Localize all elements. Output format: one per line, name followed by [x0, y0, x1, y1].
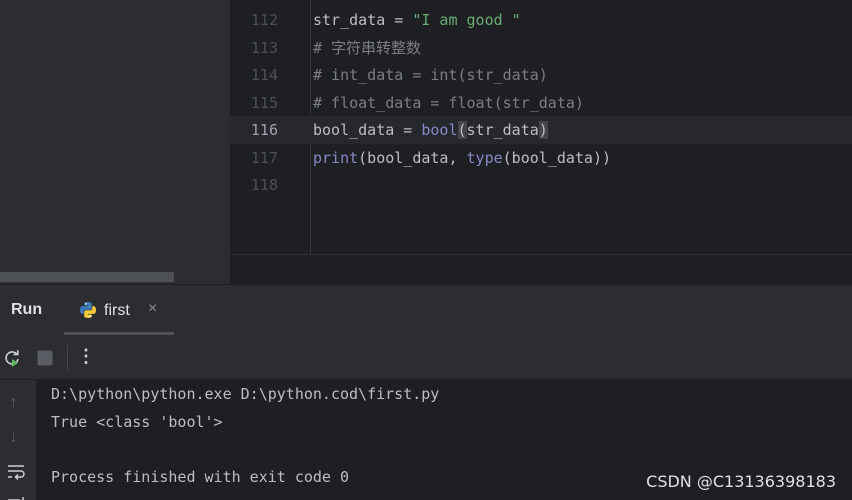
code-token: # 字符串转整数 — [313, 38, 422, 57]
project-horizontal-scrollbar[interactable] — [0, 272, 174, 282]
ide-window: 112 str_data = "I am good " 113 # 字符串转整数 114… — [0, 0, 852, 500]
code-editor[interactable]: 112 str_data = "I am good " 113 # 字符串转整数 114… — [230, 0, 852, 254]
code-line[interactable]: 117 print(bool_data, type(bool_data)) — [230, 144, 852, 172]
console-line: True <class 'bool'> — [51, 413, 223, 431]
code-text: print(bool_data, type(bool_data)) — [313, 144, 611, 172]
code-line[interactable]: 116 bool_data = bool(str_data) — [230, 116, 852, 144]
code-line[interactable]: 112 str_data = "I am good " — [230, 6, 852, 34]
run-side-toolbar: ↑ ↓ — [0, 380, 36, 500]
editor-footer — [230, 254, 852, 285]
line-number: 116 — [250, 121, 278, 139]
run-toolbar: ⋮ — [0, 337, 852, 380]
close-tab-icon[interactable]: × — [148, 300, 157, 318]
code-token: str_data — [466, 121, 539, 139]
code-line[interactable]: 115 # float_data = float(str_data) — [230, 89, 852, 117]
line-number: 113 — [250, 38, 278, 57]
python-icon — [79, 301, 97, 319]
code-token: # float_data = float(str_data) — [313, 93, 584, 112]
soft-wrap-icon[interactable] — [7, 462, 27, 482]
code-text: # float_data = float(str_data) — [313, 89, 584, 117]
code-token: bool — [421, 121, 458, 139]
line-number: 118 — [250, 176, 278, 194]
code-token: # int_data = int(str_data) — [313, 66, 548, 84]
code-token: (bool_data, — [358, 148, 467, 167]
code-line[interactable]: 118 — [230, 171, 852, 199]
code-token: str_data = — [313, 11, 413, 29]
code-token: type — [466, 148, 503, 167]
project-panel — [0, 0, 230, 284]
line-number: 114 — [250, 66, 278, 84]
stop-icon[interactable] — [35, 348, 55, 368]
code-token: bool_data = — [313, 121, 422, 139]
code-token: (bool_data)) — [502, 148, 612, 167]
watermark: CSDN @C13136398183 — [646, 472, 836, 491]
console-line: Process finished with exit code 0 — [51, 468, 350, 486]
code-line[interactable]: 114 # int_data = int(str_data) — [230, 61, 852, 89]
code-token: ( — [457, 121, 467, 139]
active-tab-indicator — [64, 332, 174, 335]
scroll-to-end-icon[interactable] — [7, 492, 27, 500]
scroll-down-icon[interactable]: ↓ — [9, 426, 18, 447]
run-tab-first[interactable]: first × — [64, 285, 174, 337]
run-title: Run — [11, 301, 43, 318]
line-number: 117 — [250, 148, 278, 167]
code-token: print — [313, 148, 359, 167]
code-line[interactable]: 113 # 字符串转整数 — [230, 34, 852, 62]
code-text: bool_data = bool(str_data) — [313, 116, 548, 144]
code-token: ) — [538, 121, 548, 139]
code-text: str_data = "I am good " — [313, 6, 521, 34]
run-tab-label: first — [104, 302, 130, 319]
line-number: 112 — [250, 11, 278, 29]
code-text: # int_data = int(str_data) — [313, 61, 548, 89]
toolbar-separator — [67, 345, 68, 371]
run-tool-window-header: Run first × — [0, 284, 852, 338]
code-text: # 字符串转整数 — [313, 34, 421, 62]
console-line: D:\python\python.exe D:\python.cod\first… — [51, 385, 440, 403]
scroll-up-icon[interactable]: ↑ — [9, 392, 18, 413]
code-token: "I am good " — [412, 11, 521, 29]
rerun-icon[interactable] — [2, 348, 22, 368]
line-number: 115 — [250, 93, 278, 112]
more-options-icon[interactable]: ⋮ — [76, 346, 96, 366]
